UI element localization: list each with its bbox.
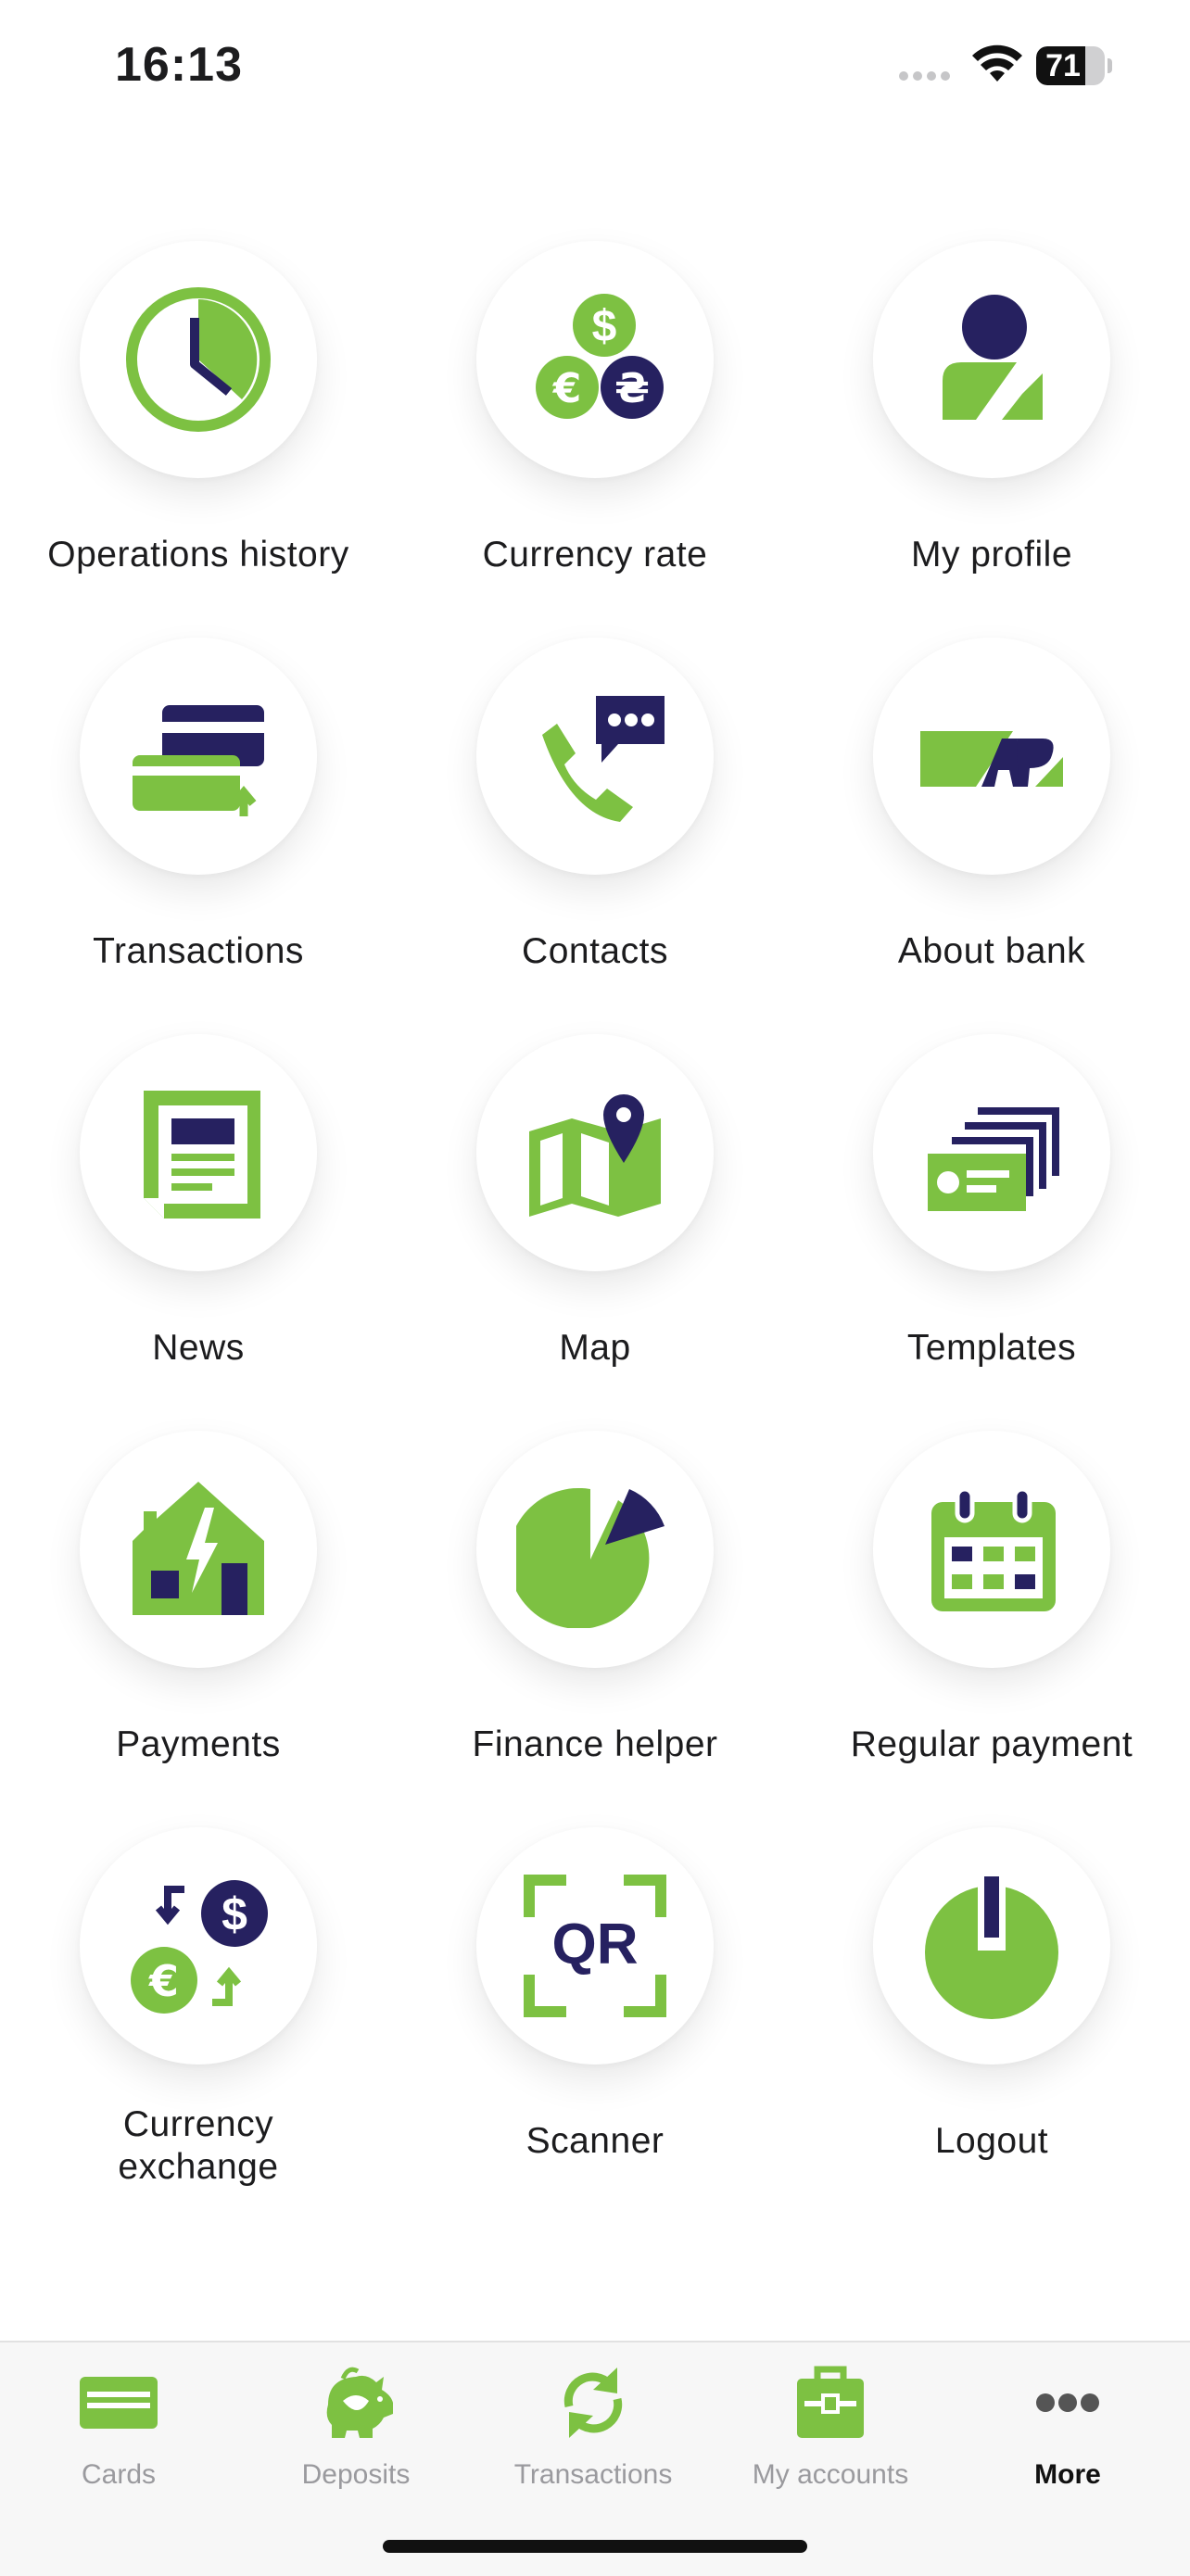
menu-item-label: Operations history (47, 535, 349, 575)
tab-label: My accounts (752, 2459, 909, 2490)
map-pin-icon (529, 1094, 661, 1217)
menu-item-templates[interactable]: Templates (793, 1034, 1190, 1431)
menu-item-news[interactable]: News (0, 1034, 397, 1431)
svg-text:QR: QR (552, 1913, 639, 1976)
clock-icon (126, 287, 271, 432)
menu-item-label: Map (559, 1328, 631, 1368)
status-bar: 16:13 71 (0, 0, 1190, 130)
menu-item-map[interactable]: Map (397, 1034, 793, 1431)
menu-item-currency-exchange[interactable]: $ € Currency exchange (0, 1827, 397, 2224)
menu-item-operations-history[interactable]: Operations history (0, 241, 397, 638)
house-energy-icon (133, 1482, 264, 1615)
more-dots-icon (1036, 2393, 1099, 2412)
menu-item-label: My profile (910, 535, 1073, 575)
menu-item-logout[interactable]: Logout (793, 1827, 1190, 2224)
svg-text:₴: ₴ (614, 365, 650, 412)
card-icon (80, 2377, 158, 2429)
cellular-signal-icon (899, 69, 956, 82)
phone-chat-icon (542, 696, 665, 822)
templates-cards-icon (928, 1107, 1059, 1211)
menu-item-label: Payments (116, 1724, 281, 1764)
svg-text:€: € (552, 365, 582, 412)
home-indicator[interactable] (383, 2540, 807, 2553)
tab-label: More (1034, 2459, 1101, 2490)
refresh-icon (563, 2368, 623, 2438)
menu-item-regular-payment[interactable]: Regular payment (793, 1431, 1190, 1827)
tab-transactions[interactable]: Transactions (475, 2342, 712, 2490)
menu-item-label: News (152, 1328, 245, 1368)
menu-item-scanner[interactable]: QR Scanner (397, 1827, 793, 2224)
bank-logo-icon (920, 731, 1063, 787)
tab-label: Cards (81, 2459, 157, 2490)
menu-item-label: Currency exchange (118, 2104, 279, 2187)
menu-item-transactions[interactable]: Transactions (0, 638, 397, 1034)
menu-item-contacts[interactable]: Contacts (397, 638, 793, 1034)
menu-item-label: Finance helper (472, 1724, 718, 1764)
menu-item-label: About bank (897, 931, 1086, 971)
svg-text:$: $ (592, 302, 617, 351)
menu-item-label: Regular payment (850, 1724, 1133, 1764)
tab-more[interactable]: More (949, 2342, 1186, 2490)
cards-transfer-icon (133, 705, 264, 816)
tab-deposits[interactable]: Deposits (237, 2342, 475, 2490)
calendar-icon (931, 1486, 1056, 1611)
battery-level: 71 (1045, 48, 1081, 83)
currency-coins-icon: $ € ₴ (536, 294, 664, 419)
menu-item-finance-helper[interactable]: Finance helper (397, 1431, 793, 1827)
menu-item-label: Scanner (525, 2121, 665, 2161)
menu-item-my-profile[interactable]: My profile (793, 241, 1190, 638)
menu-item-label: Currency rate (482, 535, 708, 575)
menu-item-label: Logout (934, 2121, 1049, 2161)
status-time: 16:13 (115, 38, 243, 92)
power-icon (925, 1876, 1058, 2019)
tab-cards[interactable]: Cards (0, 2342, 237, 2490)
menu-item-label: Templates (906, 1328, 1077, 1368)
svg-text:$: $ (222, 1888, 247, 1940)
menu-item-label: Transactions (93, 931, 304, 971)
qr-scanner-icon: QR (524, 1875, 666, 2017)
newspaper-icon (144, 1091, 260, 1219)
menu-item-payments[interactable]: Payments (0, 1431, 397, 1827)
currency-exchange-icon: $ € (131, 1880, 268, 2014)
pie-chart-icon (516, 1487, 665, 1628)
user-profile-icon (943, 295, 1043, 420)
tab-my-accounts[interactable]: My accounts (712, 2342, 949, 2490)
svg-text:€: € (148, 1956, 179, 2006)
piggy-bank-icon (326, 2367, 393, 2438)
menu-item-currency-rate[interactable]: $ € ₴ Currency rate (397, 241, 793, 638)
briefcase-icon (797, 2366, 864, 2438)
battery-icon: 71 (1036, 46, 1112, 85)
wifi-icon (971, 44, 1023, 85)
tab-label: Transactions (513, 2459, 673, 2490)
tab-label: Deposits (301, 2459, 411, 2490)
menu-item-label: Contacts (522, 931, 668, 971)
menu-item-about-bank[interactable]: About bank (793, 638, 1190, 1034)
